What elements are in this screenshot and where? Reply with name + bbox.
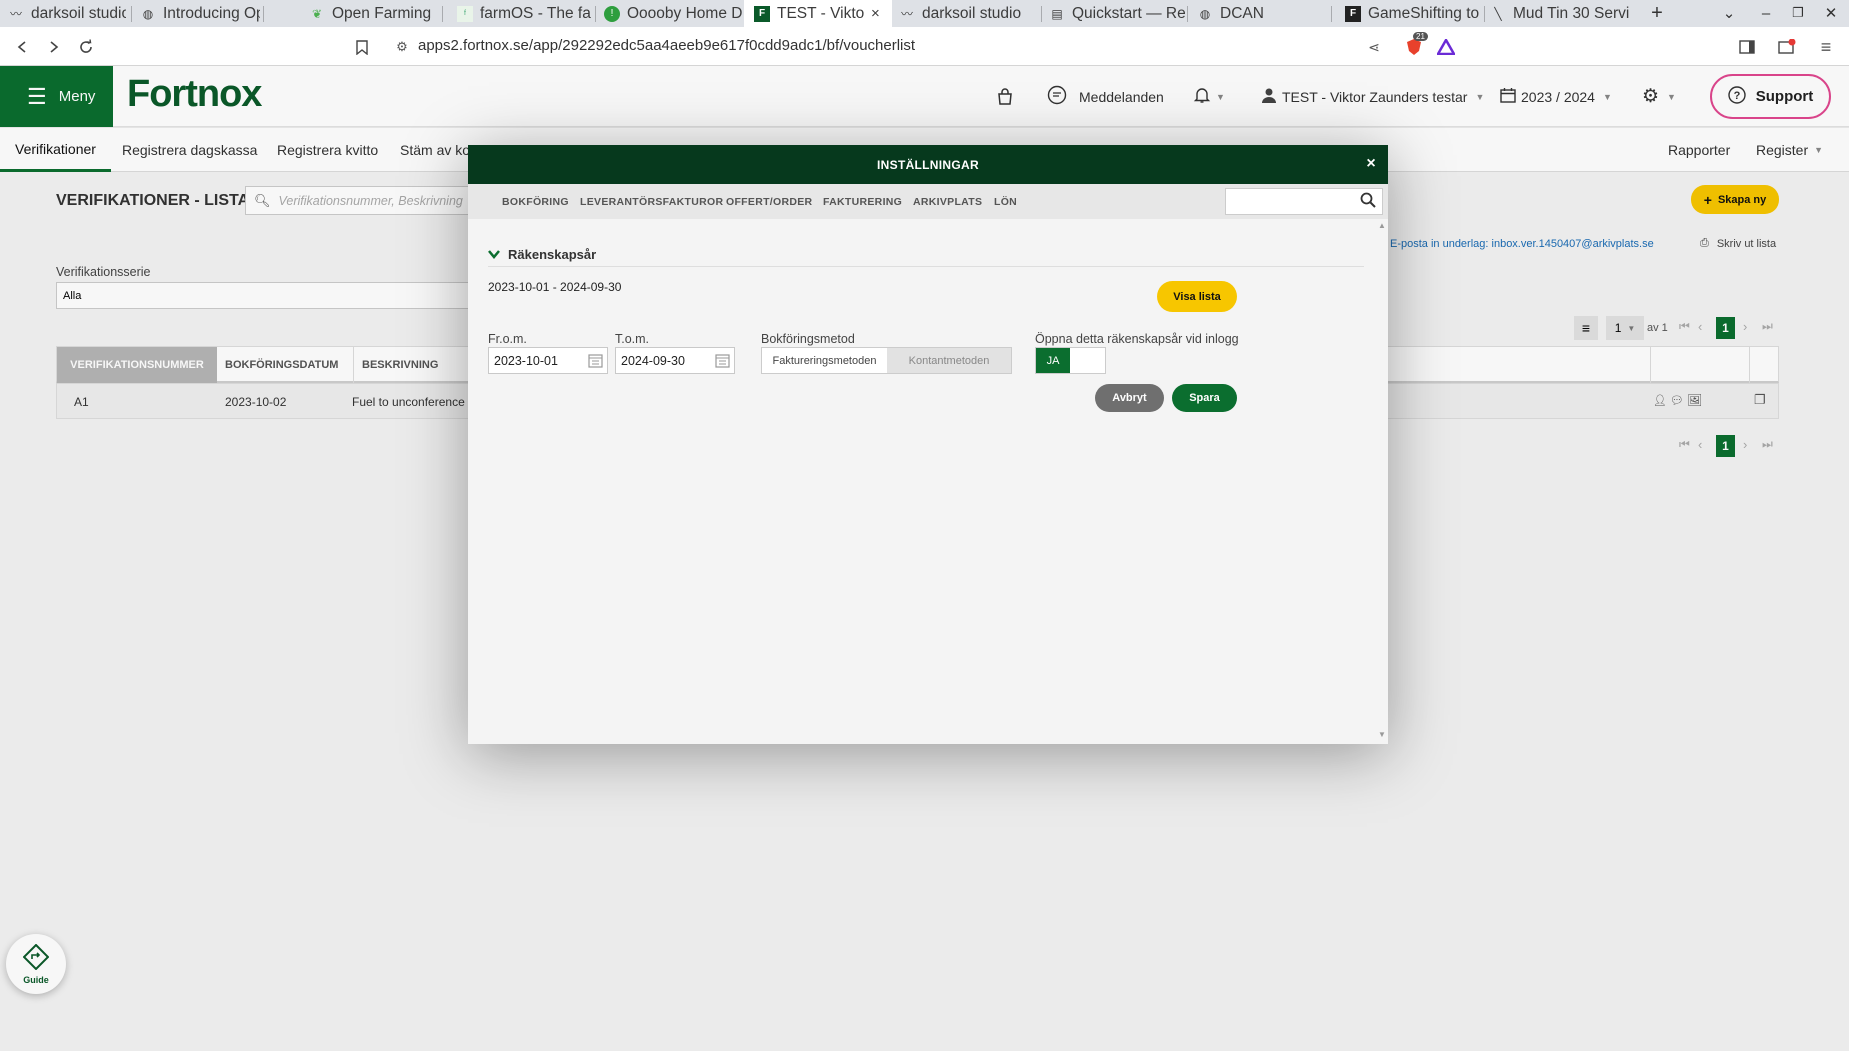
to-date-label: T.o.m.: [615, 332, 650, 346]
share-icon[interactable]: ⋖: [1362, 35, 1386, 59]
tab-offert-order[interactable]: OFFERT/ORDER: [726, 184, 812, 219]
chevron-down-icon: [488, 247, 500, 262]
minimize-icon[interactable]: –: [1753, 2, 1779, 24]
cancel-button[interactable]: Avbryt: [1095, 384, 1164, 412]
browser-tab[interactable]: F GameShifting to: [1345, 0, 1482, 27]
open-on-login-label: Öppna detta räkenskapsår vid inlogg: [1035, 332, 1239, 346]
from-date-label: Fr.o.m.: [488, 332, 527, 346]
open-on-login-toggle[interactable]: JA: [1035, 347, 1106, 374]
from-date-input[interactable]: 2023-10-01: [488, 347, 608, 374]
fortnox-icon: F: [754, 5, 770, 22]
save-button[interactable]: Spara: [1172, 384, 1237, 412]
restore-icon[interactable]: ❐: [1785, 2, 1811, 24]
tab-leverantorsfakturor[interactable]: LEVERANTÖRSFAKTUROR: [580, 184, 723, 219]
search-icon: [1360, 192, 1376, 213]
bookmark-icon[interactable]: [350, 35, 374, 59]
tab-bokforing[interactable]: BOKFÖRING: [502, 184, 569, 219]
accounting-method-toggle: Faktureringsmetoden Kontantmetoden: [761, 347, 1012, 374]
globe-icon: ◍: [1199, 6, 1211, 21]
scroll-up-icon[interactable]: ▲: [1378, 221, 1386, 230]
calendar-icon[interactable]: [715, 353, 730, 371]
darksoil-icon: 〰: [9, 7, 22, 21]
close-icon[interactable]: ×: [1366, 155, 1376, 173]
close-window-icon[interactable]: ✕: [1818, 2, 1844, 24]
browser-toolbar: ⚙ apps2.fortnox.se/app/292292edc5aa4aeeb…: [0, 27, 1849, 66]
settings-search-input[interactable]: [1225, 188, 1383, 215]
accounting-method-label: Bokföringsmetod: [761, 332, 855, 346]
tab-fakturering[interactable]: FAKTURERING: [823, 184, 902, 219]
tab-lon[interactable]: LÖN: [994, 184, 1017, 219]
financial-year-range: 2023-10-01 - 2024-09-30: [488, 280, 622, 294]
darksoil-icon: 〰: [900, 7, 913, 21]
divider: [488, 266, 1364, 267]
browser-menu-icon[interactable]: ≡: [1814, 35, 1838, 59]
tab-arkivplats[interactable]: ARKIVPLATS: [913, 184, 982, 219]
shield-count-badge: 21: [1413, 32, 1428, 41]
browser-tab[interactable]: ╲ Mud Tin 30 Servi: [1490, 0, 1630, 27]
close-tab-icon[interactable]: ×: [871, 5, 880, 22]
section-header[interactable]: Räkenskapsår: [488, 247, 596, 262]
forward-icon[interactable]: [42, 35, 66, 59]
browser-tab[interactable]: ! Ooooby Home D: [604, 0, 742, 27]
invoice-method-option[interactable]: Faktureringsmetoden: [762, 348, 887, 373]
settings-modal: INSTÄLLNINGAR × BOKFÖRING LEVERANTÖRSFAK…: [468, 145, 1388, 744]
toggle-yes: JA: [1036, 348, 1070, 373]
browser-tab-strip: 〰darksoil studio ◍Introducing Ope ❦Open …: [0, 0, 1849, 27]
browser-tab[interactable]: f farmOS - The fa: [457, 0, 593, 27]
back-icon[interactable]: [10, 35, 34, 59]
scroll-down-icon[interactable]: ▼: [1378, 730, 1386, 739]
farmos-icon: f: [457, 5, 473, 22]
new-tab-icon[interactable]: +: [1644, 2, 1670, 24]
site-info-icon[interactable]: ⚙: [390, 35, 414, 59]
modal-title: INSTÄLLNINGAR ×: [468, 145, 1388, 184]
cash-method-option[interactable]: Kontantmetoden: [887, 348, 1011, 373]
gameshifting-icon: F: [1345, 5, 1361, 22]
brave-rewards-icon[interactable]: [1434, 35, 1458, 59]
sidebar-toggle-icon[interactable]: [1735, 35, 1759, 59]
browser-tab-active[interactable]: F TEST - Viktor ×: [744, 0, 892, 27]
browser-tab[interactable]: ▤ Quickstart — Re: [1049, 0, 1185, 27]
book-icon: ▤: [1051, 6, 1063, 21]
mudtin-icon: ╲: [1494, 6, 1502, 21]
wallet-icon[interactable]: [1775, 35, 1799, 59]
to-date-input[interactable]: 2024-09-30: [615, 347, 735, 374]
url-field[interactable]: apps2.fortnox.se/app/292292edc5aa4aeeb9e…: [418, 37, 915, 54]
browser-tab[interactable]: 〰 darksoil studio: [8, 0, 126, 27]
calendar-icon[interactable]: [588, 353, 603, 371]
ooooby-icon: !: [604, 5, 620, 22]
browser-tab[interactable]: 〰 darksoil studio: [899, 0, 1041, 27]
modal-scrollbar[interactable]: ▲ ▼: [1375, 221, 1387, 743]
tab-list-chevron-icon[interactable]: ⌄: [1716, 2, 1742, 24]
leaf-icon: ❦: [311, 6, 323, 21]
browser-tab[interactable]: ◍Introducing Ope: [140, 0, 260, 27]
show-list-button[interactable]: Visa lista: [1157, 281, 1237, 312]
globe-icon: ◍: [142, 6, 154, 21]
browser-tab[interactable]: ◍ DCAN: [1197, 0, 1327, 27]
browser-tab[interactable]: ❦ Open Farming: [309, 0, 434, 27]
settings-tabs: BOKFÖRING LEVERANTÖRSFAKTUROR OFFERT/ORD…: [468, 184, 1388, 219]
reload-icon[interactable]: [74, 35, 98, 59]
